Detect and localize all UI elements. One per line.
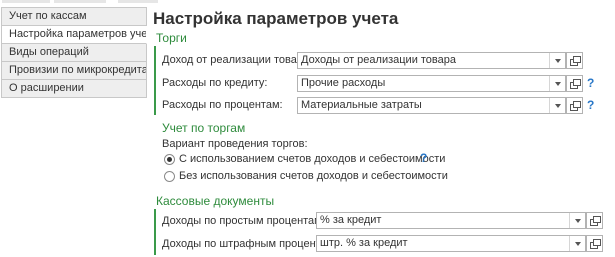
section-title-auction: Учет по торгам [162, 121, 246, 135]
question-icon[interactable]: ? [587, 98, 594, 112]
chevron-down-icon[interactable] [569, 236, 585, 251]
income-open-button[interactable] [566, 52, 583, 69]
interest-expenses-open-button[interactable] [566, 97, 583, 114]
penalty-interest-label: Доходы по штрафным процентам: [162, 238, 338, 250]
question-icon[interactable]: ? [587, 76, 594, 90]
radio-without-accounts[interactable] [164, 171, 175, 182]
nav-item-microcredit-provisions[interactable]: Провизии по микрокредитам [1, 62, 147, 80]
open-form-icon-part [573, 56, 581, 63]
interest-expenses-value: Материальные затраты [301, 99, 422, 111]
radio-without-accounts-label[interactable]: Без использования счетов доходов и себес… [179, 170, 448, 182]
credit-expenses-field[interactable]: Прочие расходы [297, 75, 566, 92]
nav-item-cash-accounting[interactable]: Учет по кассам [1, 7, 147, 26]
section-bar-torgi [154, 46, 156, 115]
section-title-torgi: Торги [156, 31, 187, 45]
radio-with-accounts-label[interactable]: С использованием счетов доходов и себест… [179, 153, 445, 165]
question-icon[interactable]: ? [420, 151, 427, 165]
penalty-interest-open-button[interactable] [586, 235, 603, 252]
interest-expenses-field[interactable]: Материальные затраты [297, 97, 566, 114]
income-label: Доход от реализации товара: [162, 54, 313, 66]
chevron-down-icon[interactable] [549, 76, 565, 91]
top-tab-stub [2, 0, 50, 3]
credit-expenses-label: Расходы по кредиту: [162, 77, 268, 89]
credit-expenses-open-button[interactable] [566, 75, 583, 92]
simple-interest-field[interactable]: % за кредит [316, 212, 586, 229]
auction-variant-label: Вариант проведения торгов: [162, 138, 308, 150]
open-form-icon-part [573, 101, 581, 108]
top-tab-stub [118, 0, 158, 3]
income-value: Доходы от реализации товара [301, 54, 456, 66]
interest-expenses-label: Расходы по процентам: [162, 99, 283, 111]
section-bar-cash-documents [154, 209, 156, 255]
chevron-down-icon[interactable] [549, 98, 565, 113]
simple-interest-label: Доходы по простым процентам: [162, 215, 325, 227]
open-form-icon-part [593, 239, 601, 246]
penalty-interest-field[interactable]: штр. % за кредит [316, 235, 586, 252]
radio-with-accounts[interactable] [164, 154, 175, 165]
income-field[interactable]: Доходы от реализации товара [297, 52, 566, 69]
nav-item-operation-types[interactable]: Виды операций [1, 44, 147, 62]
page-title: Настройка параметров учета [153, 9, 399, 28]
simple-interest-open-button[interactable] [586, 212, 603, 229]
simple-interest-value: % за кредит [320, 214, 382, 226]
open-form-icon-part [593, 216, 601, 223]
top-strip [0, 0, 615, 4]
section-title-cash-documents: Кассовые документы [156, 194, 275, 208]
nav-item-about-extension[interactable]: О расширении [1, 80, 147, 98]
open-form-icon-part [573, 79, 581, 86]
chevron-down-icon[interactable] [569, 213, 585, 228]
left-nav: Учет по кассам Настройка параметров учет… [1, 7, 147, 98]
nav-item-accounting-settings[interactable]: Настройка параметров учета [1, 26, 147, 44]
penalty-interest-value: штр. % за кредит [320, 237, 408, 249]
credit-expenses-value: Прочие расходы [301, 77, 386, 89]
top-tab-stub [54, 0, 106, 3]
chevron-down-icon[interactable] [549, 53, 565, 68]
